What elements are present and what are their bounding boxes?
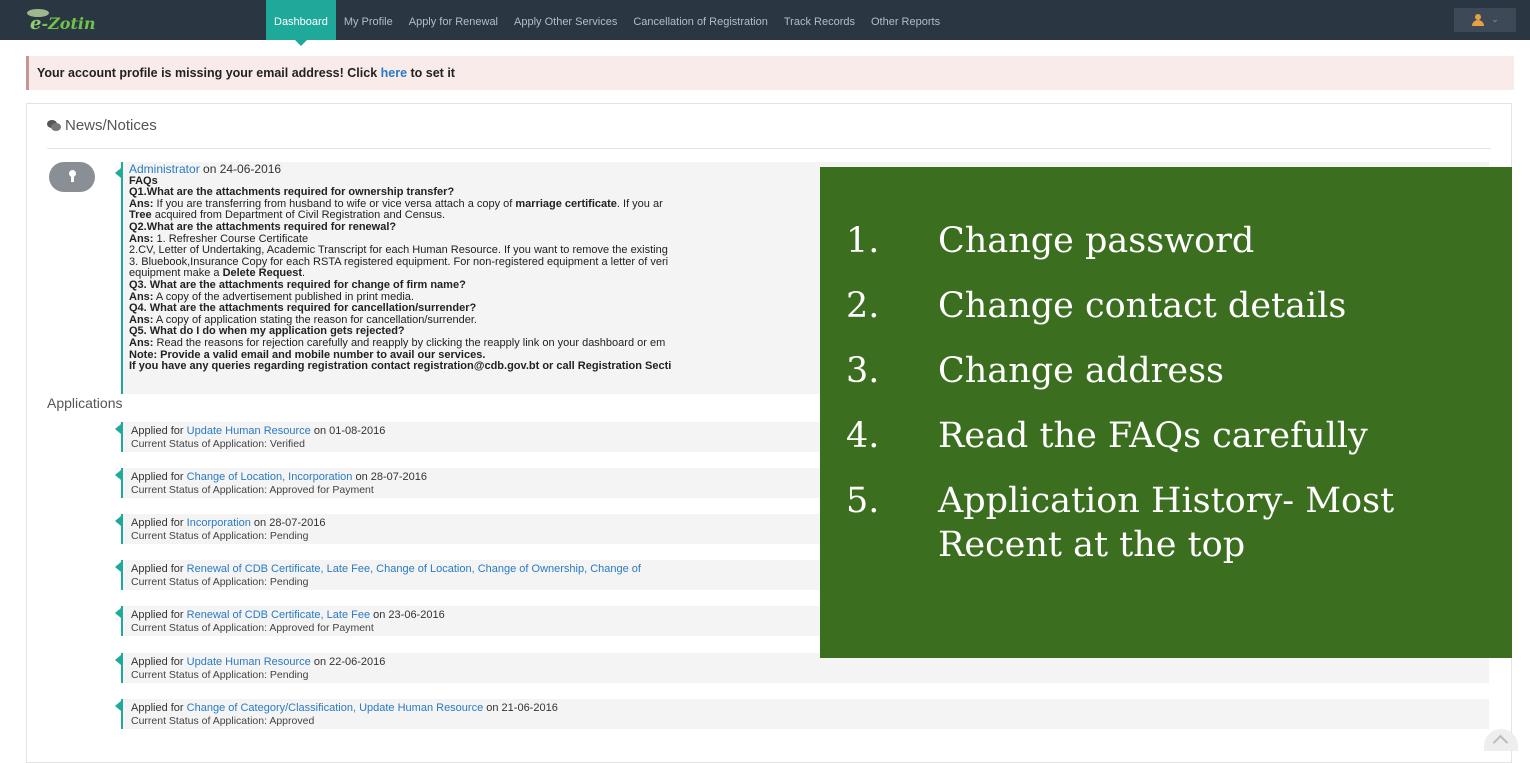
annotation-item: 3. Change address	[846, 351, 1225, 391]
nav-track-records[interactable]: Track Records	[776, 0, 863, 40]
application-status: Pending	[269, 668, 309, 681]
application-link[interactable]: Change of Category/Classification, Updat…	[187, 702, 484, 714]
user-menu-button[interactable]: ⌄	[1454, 8, 1516, 32]
user-icon	[1471, 14, 1485, 26]
nav-other-reports[interactable]: Other Reports	[863, 0, 948, 40]
application-link[interactable]: Renewal of CDB Certificate, Late Fee	[187, 609, 370, 621]
set-email-link[interactable]: here	[381, 66, 407, 80]
nav-apply-for-renewal[interactable]: Apply for Renewal	[401, 0, 506, 40]
comments-icon	[47, 120, 61, 131]
alert-text: Your account profile is missing your ema…	[37, 66, 381, 80]
application-link[interactable]: Change of Location, Incorporation	[187, 471, 353, 483]
application-link[interactable]: Incorporation	[187, 517, 251, 529]
top-navbar: e-Zotin Dashboard My Profile Apply for R…	[0, 0, 1530, 46]
author-link[interactable]: Administrator	[129, 162, 200, 176]
annotation-item: 5. Application History- Most Recent at th…	[846, 481, 1395, 565]
application-status: Pending	[269, 575, 309, 588]
application-item: Applied for Change of Category/Classific…	[115, 699, 1489, 729]
divider	[47, 148, 1491, 149]
logo-text: -Zotin	[41, 14, 96, 33]
annotation-item: 2. Change contact details	[846, 286, 1347, 326]
missing-email-alert: Your account profile is missing your ema…	[26, 56, 1514, 90]
news-title: News/Notices	[47, 117, 157, 134]
application-status: Approved	[269, 714, 315, 727]
alert-text-end: to set it	[407, 66, 455, 80]
application-status: Approved for Payment	[269, 483, 374, 496]
main-nav: Dashboard My Profile Apply for Renewal A…	[266, 0, 948, 46]
annotation-item: 1. Change password	[846, 221, 1255, 261]
application-status: Pending	[269, 529, 309, 542]
nav-dashboard[interactable]: Dashboard	[266, 0, 336, 46]
nav-cancellation-of-registration[interactable]: Cancellation of Registration	[625, 0, 776, 40]
applications-heading: Applications	[47, 395, 123, 411]
nav-my-profile[interactable]: My Profile	[336, 0, 401, 40]
annotation-item: 4. Read the FAQs carefully	[846, 416, 1368, 456]
application-link[interactable]: Update Human Resource	[187, 425, 311, 437]
application-link[interactable]: Update Human Resource	[187, 656, 311, 668]
news-date: on 24-06-2016	[199, 162, 282, 176]
application-link[interactable]: Renewal of CDB Certificate, Late Fee, Ch…	[187, 563, 641, 575]
admin-avatar	[49, 162, 95, 192]
application-status: Approved for Payment	[269, 621, 374, 634]
leaf-icon	[27, 9, 49, 17]
nav-apply-other-services[interactable]: Apply Other Services	[506, 0, 625, 40]
scroll-to-top-button[interactable]	[1484, 729, 1518, 751]
chevron-down-icon: ⌄	[1491, 15, 1499, 25]
ezotin-logo[interactable]: e-Zotin	[27, 9, 96, 34]
annotation-overlay: 1. Change password 2. Change contact detai…	[820, 167, 1512, 658]
news-title-text: News/Notices	[65, 117, 157, 134]
application-status: Verified	[269, 437, 305, 450]
